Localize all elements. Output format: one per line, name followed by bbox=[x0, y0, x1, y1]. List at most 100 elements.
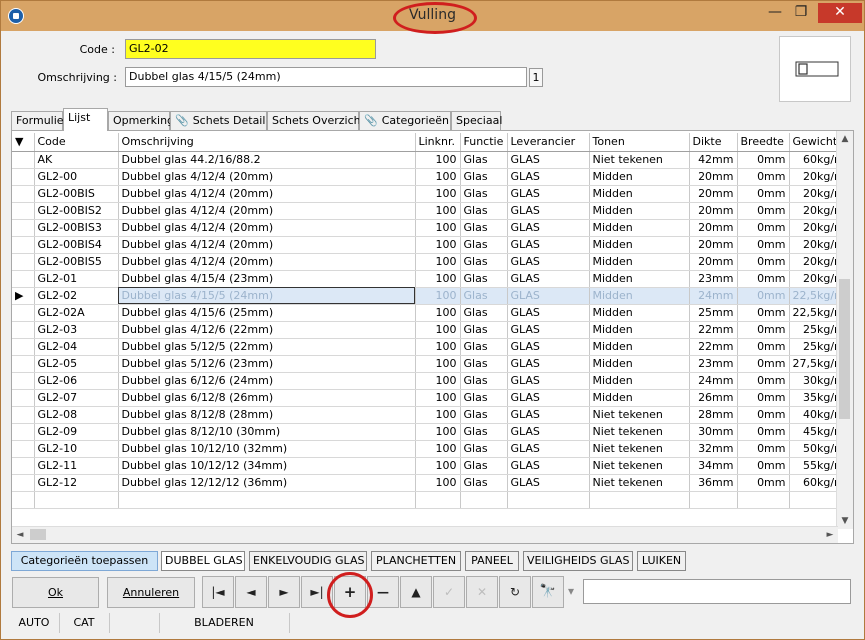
tab-schets-overzicht[interactable]: Schets Overzicht bbox=[267, 111, 365, 130]
cell-code[interactable]: GL2-12 bbox=[34, 474, 119, 492]
column-header-functie[interactable]: Functie bbox=[460, 133, 508, 152]
cell-leverancier[interactable]: GLAS bbox=[507, 202, 590, 220]
cell-dikte[interactable]: 20mm bbox=[689, 253, 738, 271]
cell-functie[interactable]: Glas bbox=[460, 389, 508, 407]
table-row[interactable]: GL2-00BIS4 Dubbel glas 4/12/4 (20mm) 100 Gl… bbox=[12, 236, 849, 254]
cell-omschrijving[interactable]: Dubbel glas 5/12/5 (22mm) bbox=[118, 338, 416, 356]
ok-button[interactable]: Ok bbox=[12, 577, 99, 608]
cell-leverancier[interactable]: GLAS bbox=[507, 474, 590, 492]
cell-dikte[interactable]: 23mm bbox=[689, 355, 738, 373]
table-row[interactable]: GL2-00BIS3 Dubbel glas 4/12/4 (20mm) 100 Gl… bbox=[12, 219, 849, 237]
cancel-edit-icon[interactable]: ✕ bbox=[466, 576, 498, 608]
cell-functie[interactable]: Glas bbox=[460, 287, 508, 305]
cell-linknr[interactable]: 100 bbox=[415, 457, 461, 475]
edit-record-icon[interactable]: ▲ bbox=[400, 576, 432, 608]
cell-tonen[interactable]: Midden bbox=[589, 321, 690, 339]
row-indicator[interactable] bbox=[12, 423, 35, 441]
cell-leverancier[interactable]: GLAS bbox=[507, 321, 590, 339]
cell-leverancier[interactable]: GLAS bbox=[507, 236, 590, 254]
close-button[interactable]: ✕ bbox=[818, 3, 862, 23]
data-grid[interactable]: ▼ Code Omschrijving Linknr. Functie Leve… bbox=[11, 130, 854, 544]
first-record-icon[interactable]: |◄ bbox=[202, 576, 234, 608]
category-planchetten[interactable]: PLANCHETTEN bbox=[371, 551, 461, 571]
table-row[interactable]: GL2-04 Dubbel glas 5/12/5 (22mm) 100 Glas GL… bbox=[12, 338, 849, 356]
cell-code[interactable]: GL2-00BIS2 bbox=[34, 202, 119, 220]
refresh-icon[interactable]: ↻ bbox=[499, 576, 531, 608]
cell-leverancier[interactable]: GLAS bbox=[507, 372, 590, 390]
row-indicator[interactable] bbox=[12, 253, 35, 271]
cell-linknr[interactable]: 100 bbox=[415, 338, 461, 356]
cell-tonen[interactable]: Midden bbox=[589, 168, 690, 186]
cell-tonen[interactable]: Midden bbox=[589, 270, 690, 288]
table-row[interactable]: GL2-00BIS Dubbel glas 4/12/4 (20mm) 100 Gla… bbox=[12, 185, 849, 203]
search-input[interactable] bbox=[583, 579, 851, 604]
cell-linknr[interactable]: 100 bbox=[415, 202, 461, 220]
cell-functie[interactable]: Glas bbox=[460, 457, 508, 475]
table-row[interactable]: GL2-05 Dubbel glas 5/12/6 (23mm) 100 Glas GL… bbox=[12, 355, 849, 373]
cell-tonen[interactable]: Midden bbox=[589, 338, 690, 356]
column-header-tonen[interactable]: Tonen bbox=[589, 133, 690, 152]
cell-breedte[interactable]: 0mm bbox=[737, 270, 790, 288]
cell-leverancier[interactable]: GLAS bbox=[507, 355, 590, 373]
horizontal-scrollbar[interactable]: ◄ ► bbox=[12, 526, 838, 543]
cell-dikte[interactable]: 22mm bbox=[689, 338, 738, 356]
category-paneel[interactable]: PANEEL bbox=[465, 551, 519, 571]
cell-functie[interactable]: Glas bbox=[460, 219, 508, 237]
column-header-omschrijving[interactable]: Omschrijving bbox=[118, 133, 416, 152]
table-row[interactable]: GL2-00BIS2 Dubbel glas 4/12/4 (20mm) 100 Gl… bbox=[12, 202, 849, 220]
cell-breedte[interactable]: 0mm bbox=[737, 406, 790, 424]
cell-breedte[interactable]: 0mm bbox=[737, 389, 790, 407]
scroll-up-icon[interactable]: ▲ bbox=[837, 131, 853, 147]
cell-functie[interactable]: Glas bbox=[460, 202, 508, 220]
column-header-leverancier[interactable]: Leverancier bbox=[507, 133, 590, 152]
cell-leverancier[interactable]: GLAS bbox=[507, 219, 590, 237]
cell-linknr[interactable]: 100 bbox=[415, 253, 461, 271]
cell-dikte[interactable]: 23mm bbox=[689, 270, 738, 288]
cell-leverancier[interactable]: GLAS bbox=[507, 287, 590, 305]
cell-tonen[interactable]: Midden bbox=[589, 372, 690, 390]
cell-leverancier[interactable]: GLAS bbox=[507, 389, 590, 407]
row-indicator[interactable] bbox=[12, 440, 35, 458]
cell-leverancier[interactable]: GLAS bbox=[507, 457, 590, 475]
table-row[interactable]: GL2-07 Dubbel glas 6/12/8 (26mm) 100 Glas GL… bbox=[12, 389, 849, 407]
category-luiken[interactable]: LUIKEN bbox=[637, 551, 686, 571]
cell-code[interactable]: GL2-00 bbox=[34, 168, 119, 186]
cell-breedte[interactable]: 0mm bbox=[737, 202, 790, 220]
row-indicator[interactable] bbox=[12, 236, 35, 254]
cell-functie[interactable]: Glas bbox=[460, 406, 508, 424]
cell-code[interactable]: GL2-00BIS5 bbox=[34, 253, 119, 271]
cell-tonen[interactable]: Midden bbox=[589, 389, 690, 407]
cell-breedte[interactable]: 0mm bbox=[737, 304, 790, 322]
cell-omschrijving[interactable]: Dubbel glas 44.2/16/88.2 bbox=[118, 151, 416, 169]
cell-linknr[interactable]: 100 bbox=[415, 423, 461, 441]
cell-dikte[interactable]: 20mm bbox=[689, 202, 738, 220]
cell-omschrijving[interactable]: Dubbel glas 10/12/12 (34mm) bbox=[118, 457, 416, 475]
cell-omschrijving[interactable]: Dubbel glas 4/12/4 (20mm) bbox=[118, 202, 416, 220]
cell-code[interactable]: GL2-00BIS4 bbox=[34, 236, 119, 254]
cell-breedte[interactable]: 0mm bbox=[737, 253, 790, 271]
cell-omschrijving[interactable]: Dubbel glas 10/12/10 (32mm) bbox=[118, 440, 416, 458]
row-indicator[interactable] bbox=[12, 406, 35, 424]
cell-code[interactable]: GL2-09 bbox=[34, 423, 119, 441]
maximize-button[interactable]: ❐ bbox=[790, 3, 812, 23]
apply-categories-button[interactable]: Categorieën toepassen bbox=[11, 551, 158, 571]
cell-dikte[interactable]: 24mm bbox=[689, 287, 738, 305]
cell-tonen[interactable]: Midden bbox=[589, 236, 690, 254]
cell-linknr[interactable]: 100 bbox=[415, 185, 461, 203]
cell-tonen[interactable]: Niet tekenen bbox=[589, 474, 690, 492]
row-indicator[interactable] bbox=[12, 389, 35, 407]
cell-tonen[interactable]: Midden bbox=[589, 219, 690, 237]
cell-omschrijving[interactable]: Dubbel glas 6/12/6 (24mm) bbox=[118, 372, 416, 390]
row-indicator[interactable] bbox=[12, 457, 35, 475]
cell-leverancier[interactable]: GLAS bbox=[507, 253, 590, 271]
horizontal-scroll-thumb[interactable] bbox=[30, 529, 46, 540]
cell-omschrijving[interactable]: Dubbel glas 12/12/12 (36mm) bbox=[118, 474, 416, 492]
table-row[interactable]: GL2-11 Dubbel glas 10/12/12 (34mm) 100 Glas… bbox=[12, 457, 849, 475]
cell-tonen[interactable]: Niet tekenen bbox=[589, 440, 690, 458]
column-header-code[interactable]: Code bbox=[34, 133, 119, 152]
cell-breedte[interactable]: 0mm bbox=[737, 372, 790, 390]
scroll-right-icon[interactable]: ► bbox=[822, 527, 838, 543]
cell-leverancier[interactable]: GLAS bbox=[507, 304, 590, 322]
cell-leverancier[interactable]: GLAS bbox=[507, 185, 590, 203]
table-row[interactable]: AK Dubbel glas 44.2/16/88.2 100 Glas GLAS Nie… bbox=[12, 151, 849, 169]
